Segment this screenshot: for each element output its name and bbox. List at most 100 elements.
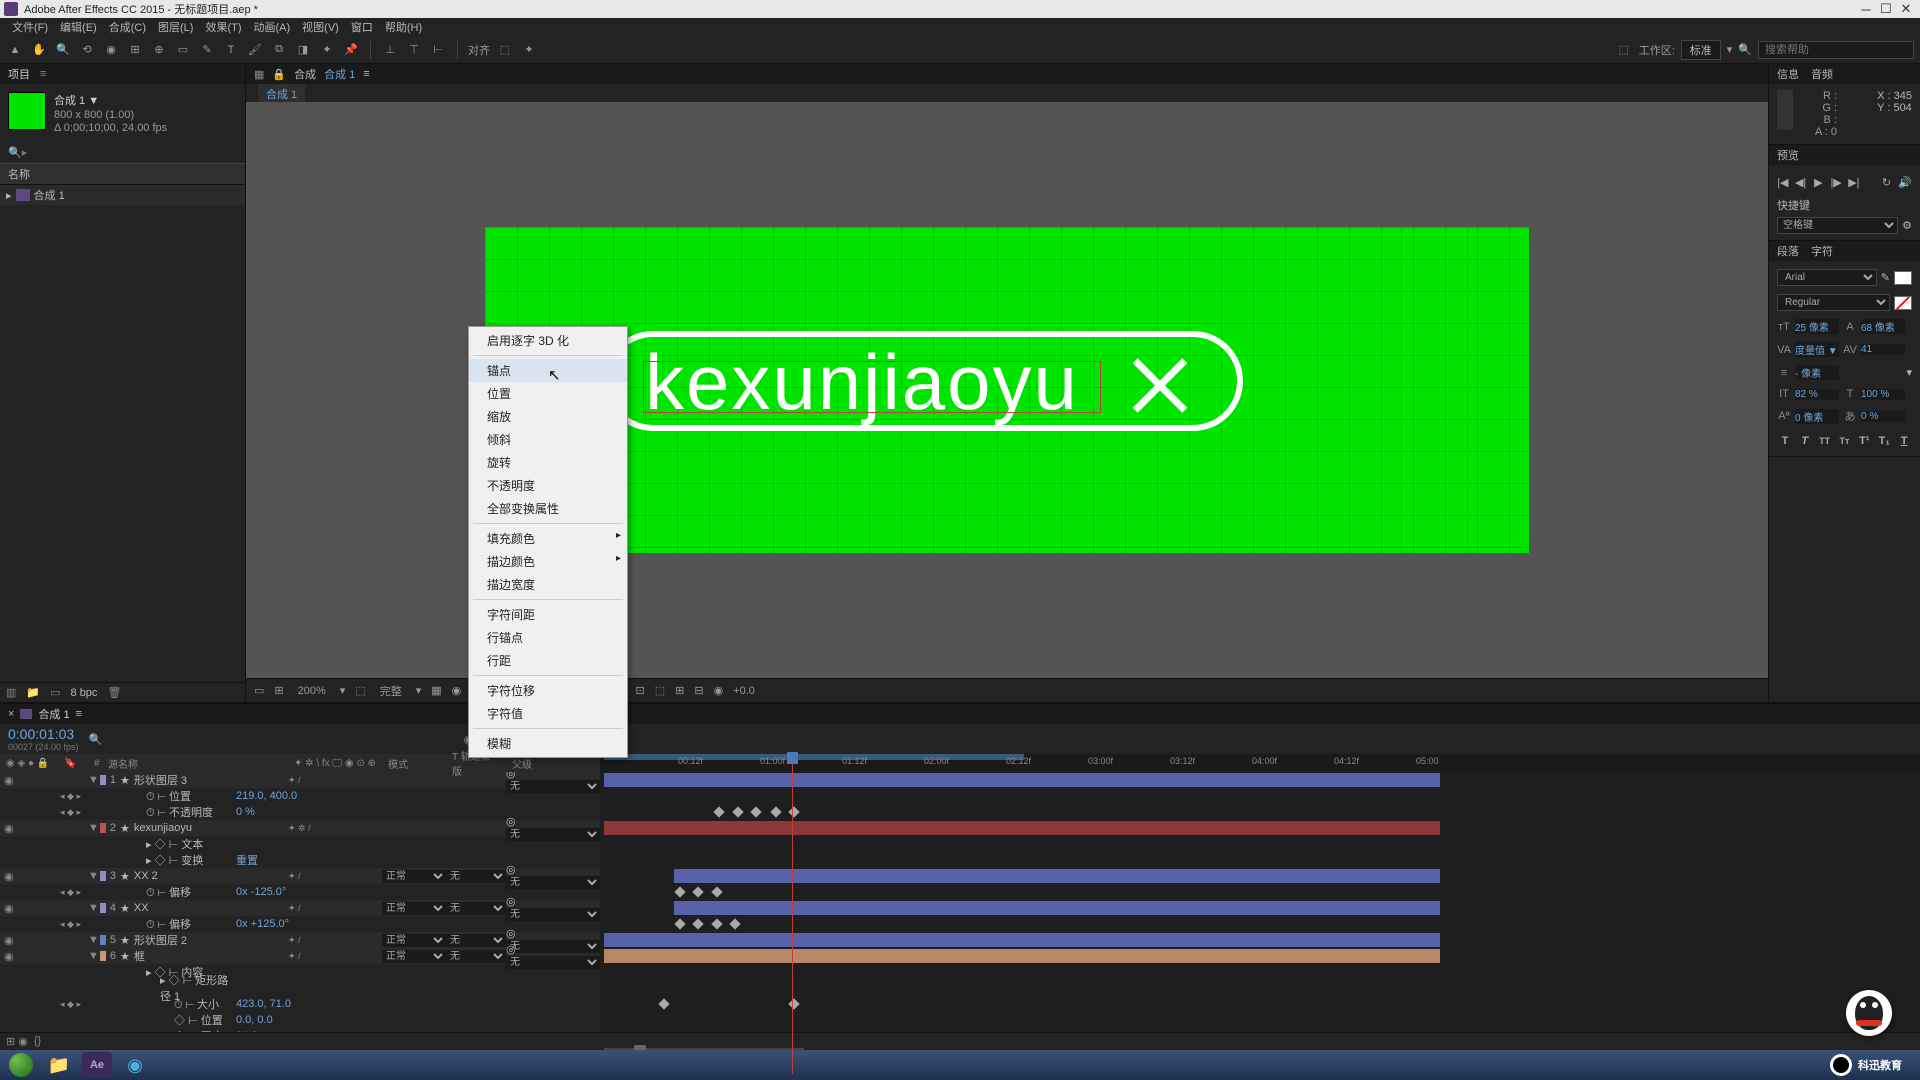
eraser-tool[interactable]: ◨ (294, 41, 312, 59)
browser-taskbar-icon[interactable]: ◉ (120, 1052, 150, 1078)
tl-menu-icon[interactable]: ≡ (76, 708, 82, 720)
context-menu-item[interactable]: 字符间距 (469, 603, 627, 626)
context-menu-item[interactable]: 行锚点 (469, 626, 627, 649)
pixel-aspect-icon[interactable]: ⊡ (636, 684, 645, 697)
last-frame-button[interactable]: ▶| (1848, 175, 1860, 189)
snap-icon[interactable]: ⬚ (496, 41, 514, 59)
snap2-icon[interactable]: ✦ (520, 41, 538, 59)
axis-world-icon[interactable]: ⊤ (405, 41, 423, 59)
property-row[interactable]: ◂ ◆ ▸ ⏱ ⊢ 大小 423.0, 71.0 (0, 996, 600, 1012)
italic-button[interactable]: T (1797, 434, 1813, 448)
grid-icon[interactable]: ⊞ (274, 684, 283, 697)
roto-tool[interactable]: ✦ (318, 41, 336, 59)
menu-edit[interactable]: 编辑(E) (54, 19, 103, 35)
menu-window[interactable]: 窗口 (345, 19, 379, 35)
font-style-select[interactable]: Regular (1777, 294, 1890, 311)
rotation-tool[interactable]: ◉ (102, 41, 120, 59)
col-mode[interactable]: 模式 (382, 756, 446, 771)
context-menu-item[interactable]: 倾斜 (469, 428, 627, 451)
context-menu-item[interactable]: 字符位移 (469, 679, 627, 702)
resolution-dropdown[interactable]: 完整 (376, 683, 406, 699)
tracking-input[interactable]: 41 (1861, 344, 1905, 355)
project-col-name[interactable]: 名称 (0, 163, 245, 185)
new-comp-icon[interactable]: ▭ (50, 686, 60, 699)
baseline-input[interactable]: 0 像素 (1795, 409, 1839, 424)
hand-tool[interactable]: ✋ (30, 41, 48, 59)
vscale-input[interactable]: 82 % (1795, 389, 1839, 400)
tl-comp-tab[interactable]: 合成 1 (38, 706, 69, 722)
res-icon[interactable]: ⬚ (355, 684, 365, 697)
leading-input[interactable]: 68 像素 (1861, 319, 1905, 334)
play-button[interactable]: ▶ (1813, 175, 1825, 189)
axis-local-icon[interactable]: ⊥ (381, 41, 399, 59)
comp-breadcrumb[interactable]: 合成 1 (258, 84, 305, 104)
pan-behind-tool[interactable]: ⊕ (150, 41, 168, 59)
project-tab[interactable]: 项目 (8, 66, 30, 82)
paragraph-tab[interactable]: 段落 (1777, 243, 1799, 259)
time-ruler[interactable]: 00:12f 01:00f 01:12f 02:00f 02:12f 03:00… (600, 754, 1920, 772)
project-item-comp1[interactable]: ▸ 合成 1 (0, 185, 245, 205)
first-frame-button[interactable]: |◀ (1777, 175, 1789, 189)
smallcaps-button[interactable]: Tт (1837, 434, 1853, 448)
clone-tool[interactable]: ⧉ (270, 41, 288, 59)
text-tool[interactable]: T (222, 41, 240, 59)
puppet-tool[interactable]: 📌 (342, 41, 360, 59)
comp-thumbnail[interactable] (8, 92, 46, 130)
info-tab[interactable]: 信息 (1777, 66, 1799, 82)
maximize-button[interactable]: ☐ (1876, 2, 1896, 16)
context-menu-item[interactable]: 缩放 (469, 405, 627, 428)
menu-help[interactable]: 帮助(H) (379, 19, 428, 35)
exposure-reset-icon[interactable]: ◉ (714, 684, 724, 697)
preview-tab[interactable]: 预览 (1777, 147, 1799, 163)
pen-tool[interactable]: ✎ (198, 41, 216, 59)
tsume-input[interactable]: 0 % (1861, 411, 1905, 422)
context-menu-item[interactable]: 全部变换属性 (469, 497, 627, 520)
next-frame-button[interactable]: |▶ (1830, 175, 1842, 189)
menu-effect[interactable]: 效果(T) (199, 19, 247, 35)
flowchart-icon[interactable]: ⊟ (694, 684, 703, 697)
axis-view-icon[interactable]: ⊢ (429, 41, 447, 59)
character-tab[interactable]: 字符 (1811, 243, 1833, 259)
underline-button[interactable]: T (1896, 434, 1912, 448)
composition-canvas[interactable]: kexunjiaoyu (485, 227, 1529, 553)
close-button[interactable]: ✕ (1896, 2, 1916, 16)
layer-row[interactable]: ◉ ▼1 ★形状图层 3 ✦ / ◎ 无 (0, 772, 600, 788)
bpc-toggle[interactable]: 8 bpc (71, 687, 98, 699)
subscript-button[interactable]: T₁ (1876, 434, 1892, 448)
menu-composition[interactable]: 合成(C) (103, 19, 152, 35)
superscript-button[interactable]: T¹ (1856, 434, 1872, 448)
shape-x-icon[interactable] (1125, 347, 1195, 417)
camera-tool[interactable]: ⊞ (126, 41, 144, 59)
tl-close-icon[interactable]: × (8, 708, 14, 720)
zoom-dropdown[interactable]: 200% (294, 685, 330, 697)
prev-frame-button[interactable]: ◀| (1795, 175, 1807, 189)
context-menu-item[interactable]: 填充颜色 (469, 527, 627, 550)
tab-menu-icon[interactable]: ≡ (363, 68, 369, 80)
audio-tab[interactable]: 音频 (1811, 66, 1833, 82)
explorer-taskbar-icon[interactable]: 📁 (44, 1052, 74, 1078)
sync-icon[interactable]: ⬚ (1615, 41, 1633, 59)
context-menu-item[interactable]: 描边颜色 (469, 550, 627, 573)
stroke-color-swatch[interactable] (1894, 296, 1912, 310)
context-menu-item[interactable]: 行距 (469, 649, 627, 672)
interpret-icon[interactable]: ▥ (6, 686, 16, 699)
zoom-tool[interactable]: 🔍 (54, 41, 72, 59)
timeline-icon[interactable]: ⊞ (675, 684, 684, 697)
view-lock-icon[interactable]: 🔒 (272, 68, 286, 81)
bold-button[interactable]: T (1777, 434, 1793, 448)
loop-button[interactable]: ↻ (1881, 175, 1893, 189)
font-size-input[interactable]: 25 像素 (1795, 319, 1839, 334)
mag-ratio-icon[interactable]: ▭ (254, 684, 264, 697)
trash-icon[interactable]: 🗑 (107, 686, 121, 699)
layer-row[interactable]: ◉ ▼2 ★kexunjiaoyu ✦ ✲ / ◎ 无 (0, 820, 600, 836)
text-selection-box[interactable] (643, 361, 1101, 413)
menu-layer[interactable]: 图层(L) (152, 19, 199, 35)
transparency-icon[interactable]: ▦ (431, 684, 441, 697)
menu-animation[interactable]: 动画(A) (248, 19, 297, 35)
context-menu-item[interactable]: 位置 (469, 382, 627, 405)
project-search-icon[interactable]: 🔍▸ (8, 147, 27, 159)
fill-color-swatch[interactable] (1894, 271, 1912, 285)
minimize-button[interactable]: ─ (1856, 2, 1876, 16)
folder-icon[interactable]: 📁 (26, 686, 40, 699)
kerning-input[interactable]: 度量值 ▼ (1795, 342, 1839, 357)
